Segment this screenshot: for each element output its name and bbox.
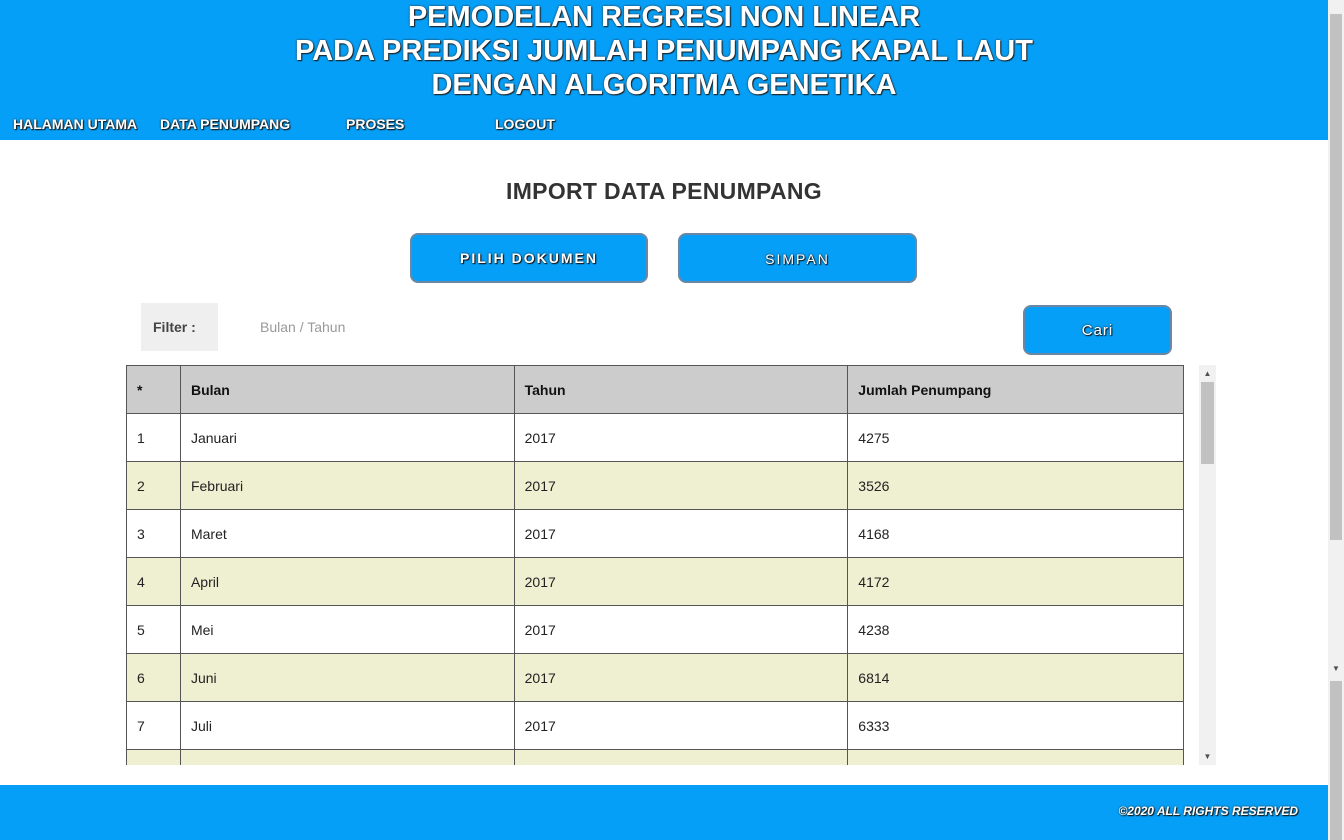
table-scrollbar-thumb[interactable] [1201,382,1214,464]
table-scrollbar[interactable]: ▲ ▼ [1199,365,1216,765]
cell-tahun: 2017 [513,461,849,510]
table-row: 2 Februari 2017 3526 [126,461,1184,510]
nav-halaman-utama[interactable]: HALAMAN UTAMA [13,115,137,133]
main-nav: HALAMAN UTAMA DATA PENUMPANG PROSES LOGO… [0,115,1328,133]
passenger-table: * Bulan Tahun Jumlah Penumpang 1 Januari… [126,365,1184,765]
cell-jumlah: 4172 [847,557,1184,606]
cell-tahun: 2017 [513,701,849,750]
table-header-row: * Bulan Tahun Jumlah Penumpang [126,365,1184,414]
filter-label: Filter : [141,303,218,351]
cell-bulan: Juli [179,701,515,750]
cari-button[interactable]: Cari [1023,305,1172,355]
nav-logout[interactable]: LOGOUT [495,115,555,133]
site-title-line-3: DENGAN ALGORITMA GENETIKA [431,69,897,101]
cell-tahun: 2017 [513,605,849,654]
cell-index [126,749,181,765]
cell-index: 4 [126,557,181,606]
simpan-button[interactable]: SIMPAN [678,233,917,283]
nav-proses[interactable]: PROSES [346,115,404,133]
table-row: 1 Januari 2017 4275 [126,413,1184,462]
page-title: IMPORT DATA PENUMPANG [506,178,822,204]
col-header-bulan: Bulan [179,365,515,414]
table-row: 4 April 2017 4172 [126,557,1184,606]
passenger-table-container: * Bulan Tahun Jumlah Penumpang 1 Januari… [126,365,1216,765]
cell-index: 3 [126,509,181,558]
site-title: PEMODELAN REGRESI NON LINEAR PADA PREDIK… [0,0,1328,102]
scroll-up-arrow-icon[interactable]: ▲ [1199,365,1216,382]
col-header-jumlah: Jumlah Penumpang [847,365,1184,414]
cell-tahun: 2017 [513,413,849,462]
cell-bulan: Juni [179,653,515,702]
cell-bulan: April [179,557,515,606]
cell-tahun [513,749,849,765]
table-row [126,749,1184,765]
page-scrollbar-lower-track[interactable] [1330,681,1342,840]
site-footer: ©2020 ALL RIGHTS RESERVED [0,785,1328,840]
cell-index: 6 [126,653,181,702]
cell-index: 5 [126,605,181,654]
cell-bulan: Januari [179,413,515,462]
cell-bulan [179,749,515,765]
cell-jumlah: 4238 [847,605,1184,654]
table-row: 5 Mei 2017 4238 [126,605,1184,654]
cell-bulan: Februari [179,461,515,510]
cell-jumlah: 4275 [847,413,1184,462]
pilih-dokumen-button[interactable]: PILIH DOKUMEN [410,233,648,283]
cell-bulan: Mei [179,605,515,654]
cell-index: 1 [126,413,181,462]
page-scrollbar[interactable]: ▼ [1328,0,1344,840]
filter-input[interactable] [250,310,550,344]
cell-bulan: Maret [179,509,515,558]
table-row: 3 Maret 2017 4168 [126,509,1184,558]
cell-tahun: 2017 [513,557,849,606]
site-header: PEMODELAN REGRESI NON LINEAR PADA PREDIK… [0,0,1328,140]
col-header-tahun: Tahun [513,365,849,414]
cell-tahun: 2017 [513,509,849,558]
site-title-line-2: PADA PREDIKSI JUMLAH PENUMPANG KAPAL LAU… [295,35,1033,67]
cell-tahun: 2017 [513,653,849,702]
scroll-down-arrow-icon[interactable]: ▼ [1199,748,1216,765]
cell-index: 2 [126,461,181,510]
page-scrollbar-thumb[interactable] [1330,14,1342,540]
scroll-down-arrow-icon[interactable]: ▼ [1328,662,1344,676]
cell-jumlah [847,749,1184,765]
table-row: 7 Juli 2017 6333 [126,701,1184,750]
cell-index: 7 [126,701,181,750]
cell-jumlah: 6333 [847,701,1184,750]
nav-data-penumpang[interactable]: DATA PENUMPANG [160,115,290,133]
cell-jumlah: 6814 [847,653,1184,702]
copyright-text: ©2020 ALL RIGHTS RESERVED [1118,804,1298,818]
cell-jumlah: 3526 [847,461,1184,510]
site-title-line-1: PEMODELAN REGRESI NON LINEAR [407,1,921,33]
table-row: 6 Juni 2017 6814 [126,653,1184,702]
cell-jumlah: 4168 [847,509,1184,558]
col-header-index: * [126,365,181,414]
